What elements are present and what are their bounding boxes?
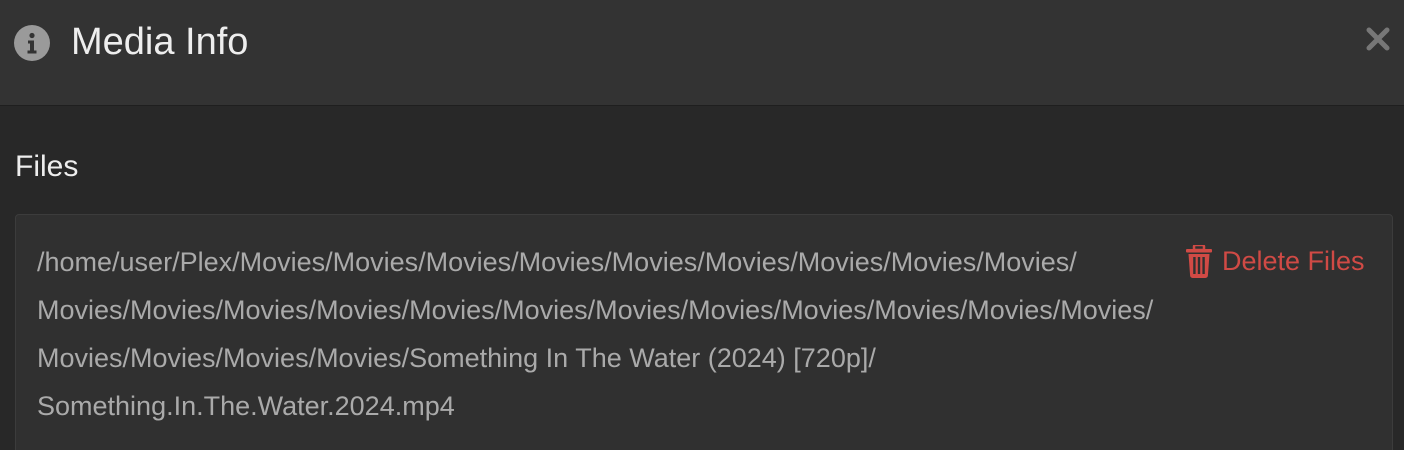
- modal-title: Media Info: [71, 21, 249, 63]
- delete-files-label: Delete Files: [1222, 246, 1365, 276]
- close-icon[interactable]: [1363, 24, 1393, 54]
- file-path-line: Movies/Movies/Movies/Movies/Movies/Movie…: [37, 295, 1154, 325]
- file-path-line: Something.In.The.Water.2024.mp4: [37, 391, 455, 421]
- modal-header: Media Info: [0, 0, 1404, 106]
- file-path-line: Movies/Movies/Movies/Movies/Something In…: [37, 343, 876, 373]
- files-section-title: Files: [15, 150, 79, 183]
- delete-files-button[interactable]: Delete Files: [1186, 243, 1365, 279]
- media-info-modal: Media Info Files /home/user/Plex/Movies/…: [0, 0, 1404, 450]
- trash-icon: [1186, 244, 1212, 278]
- file-path: /home/user/Plex/Movies/Movies/Movies/Mov…: [37, 238, 1337, 430]
- info-icon: [14, 25, 50, 61]
- file-item: /home/user/Plex/Movies/Movies/Movies/Mov…: [15, 214, 1393, 450]
- file-path-line: /home/user/Plex/Movies/Movies/Movies/Mov…: [37, 247, 1077, 277]
